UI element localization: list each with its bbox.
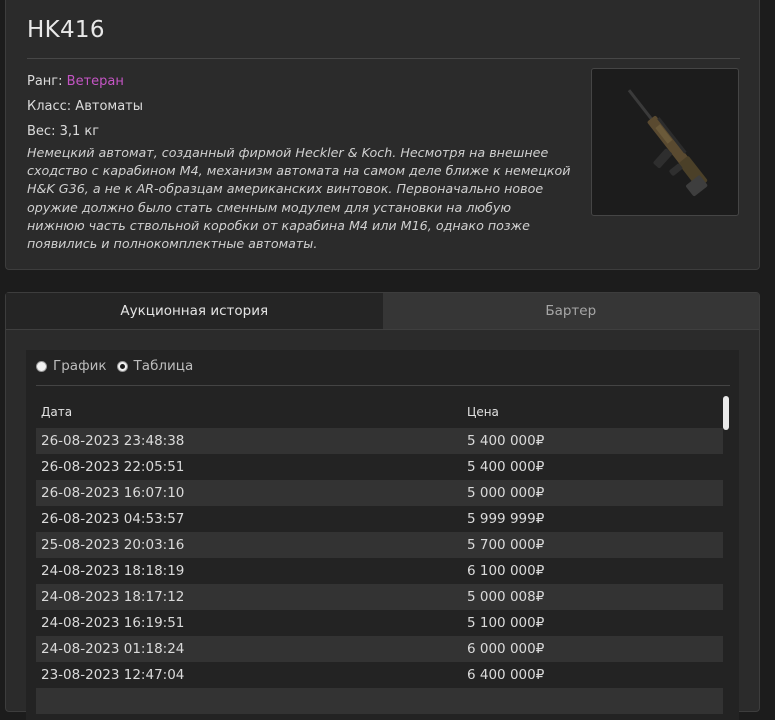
- row-date: 26-08-2023 16:07:10: [41, 485, 185, 501]
- row-price: 6 400 000₽: [467, 667, 545, 683]
- column-header-price[interactable]: Цена: [467, 405, 499, 419]
- row-price: 6 100 000₽: [467, 563, 545, 579]
- row-price: 5 999 999₽: [467, 511, 545, 527]
- rank-label: Ранг:: [27, 74, 63, 89]
- rank-line: Ранг: Ветеран: [27, 69, 143, 94]
- table-header: Дата Цена: [36, 396, 723, 429]
- item-title: HK416: [27, 17, 105, 43]
- tab-auction-history[interactable]: Аукционная история: [6, 293, 383, 329]
- rifle-image: [591, 68, 739, 216]
- table-row: 24-08-2023 18:17:12 5 000 008₽: [36, 584, 723, 610]
- row-date: 26-08-2023 23:48:38: [41, 433, 185, 449]
- row-date: 24-08-2023 18:17:12: [41, 589, 185, 605]
- radio-table[interactable]: [116, 360, 128, 372]
- row-date: 26-08-2023 04:53:57: [41, 511, 185, 527]
- item-card: HK416 Ранг: Ветеран Класс: Автоматы Вес:…: [5, 0, 760, 270]
- history-panel: Аукционная история Бартер График Таблица…: [5, 292, 760, 720]
- row-price: 5 400 000₽: [467, 433, 545, 449]
- row-price: 5 000 008₽: [467, 589, 545, 605]
- view-mode-selector: График Таблица: [36, 358, 203, 374]
- column-header-date[interactable]: Дата: [41, 405, 72, 419]
- row-date: 25-08-2023 20:03:16: [41, 537, 185, 553]
- view-option-chart[interactable]: График: [36, 358, 107, 374]
- table-row: 23-08-2023 12:47:04 6 400 000₽: [36, 662, 723, 688]
- table-row: 26-08-2023 22:05:51 5 400 000₽: [36, 454, 723, 480]
- item-properties: Ранг: Ветеран Класс: Автоматы Вес: 3,1 к…: [27, 69, 143, 144]
- table-row: 24-08-2023 01:18:24 6 000 000₽: [36, 636, 723, 662]
- row-price: 5 400 000₽: [467, 459, 545, 475]
- title-divider: [27, 58, 740, 59]
- rifle-icon: [627, 89, 708, 197]
- row-date: 24-08-2023 18:18:19: [41, 563, 185, 579]
- row-date: 23-08-2023 12:47:04: [41, 667, 185, 683]
- history-content: График Таблица Дата Цена 26-08-2023 23:4…: [26, 350, 739, 720]
- table-scrollbar[interactable]: [723, 396, 729, 430]
- view-mode-divider: [36, 385, 730, 386]
- row-date: 26-08-2023 22:05:51: [41, 459, 185, 475]
- row-price: 6 000 000₽: [467, 641, 545, 657]
- table-row: 26-08-2023 23:48:38 5 400 000₽: [36, 428, 723, 454]
- tab-bar: Аукционная история Бартер: [6, 293, 759, 330]
- table-row: 25-08-2023 20:03:16 5 700 000₽: [36, 532, 723, 558]
- table-row: 24-08-2023 18:18:19 6 100 000₽: [36, 558, 723, 584]
- row-date: 24-08-2023 01:18:24: [41, 641, 185, 657]
- radio-chart[interactable]: [36, 360, 47, 372]
- table-row: 24-08-2023 16:19:51 5 100 000₽: [36, 610, 723, 636]
- tab-barter[interactable]: Бартер: [382, 293, 759, 329]
- table-row: 26-08-2023 16:07:10 5 000 000₽: [36, 480, 723, 506]
- view-option-table[interactable]: Таблица: [116, 358, 194, 374]
- table-body: 26-08-2023 23:48:38 5 400 000₽ 26-08-2023 …: [36, 428, 723, 714]
- row-price: 5 100 000₽: [467, 615, 545, 631]
- row-price: 5 000 000₽: [467, 485, 545, 501]
- row-date: 24-08-2023 16:19:51: [41, 615, 185, 631]
- view-option-table-label: Таблица: [133, 358, 194, 374]
- item-description: Немецкий автомат, созданный фирмой Heckl…: [27, 145, 571, 252]
- table-row: 26-08-2023 04:53:57 5 999 999₽: [36, 506, 723, 532]
- class-line: Класс: Автоматы: [27, 99, 144, 114]
- table-row: [36, 688, 723, 714]
- row-price: 5 700 000₽: [467, 537, 545, 553]
- rank-value: Ветеран: [66, 74, 124, 89]
- weight-line: Вес: 3,1 кг: [27, 124, 100, 139]
- view-option-chart-label: График: [53, 358, 107, 374]
